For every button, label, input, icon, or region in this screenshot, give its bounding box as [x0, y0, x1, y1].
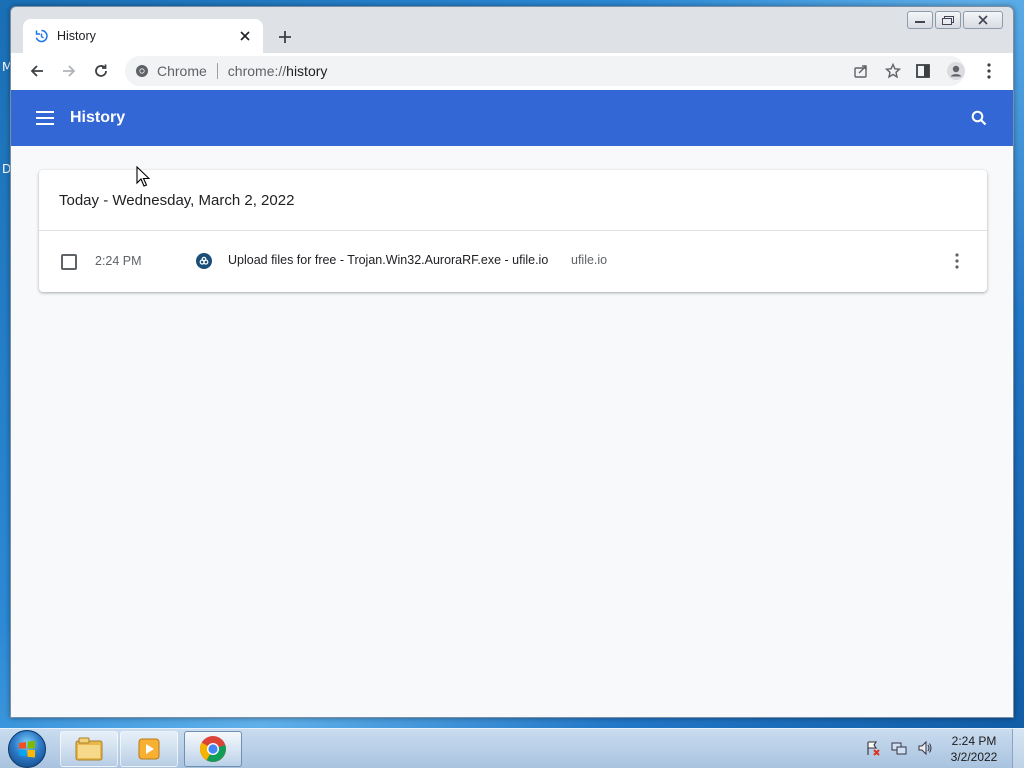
chrome-window: History Chrome chrome://history History … [10, 6, 1014, 718]
star-icon [885, 63, 901, 79]
profile-button[interactable] [942, 57, 970, 85]
entry-more-actions-button[interactable] [947, 250, 967, 272]
network-icon[interactable] [890, 739, 908, 757]
hamburger-menu-icon [36, 111, 54, 125]
forward-button[interactable] [55, 57, 83, 85]
main-menu-button[interactable] [33, 106, 57, 130]
entry-domain: ufile.io [571, 253, 608, 267]
share-icon [854, 65, 867, 78]
show-desktop-button[interactable] [1012, 729, 1024, 768]
tab-close-button[interactable] [237, 28, 253, 44]
history-page: History Today - Wednesday, March 2, 2022… [11, 90, 1013, 717]
back-button[interactable] [23, 57, 51, 85]
clock-time: 2:24 PM [951, 734, 997, 748]
browser-toolbar: Chrome chrome://history [11, 53, 1013, 90]
ufile-favicon-icon [196, 253, 212, 269]
system-tray [864, 739, 934, 757]
start-button[interactable] [8, 730, 46, 768]
search-icon [971, 110, 987, 126]
media-player-icon [138, 738, 160, 760]
reload-button[interactable] [87, 57, 115, 85]
taskbar-file-explorer[interactable] [60, 731, 118, 767]
chrome-menu-button[interactable] [975, 57, 1003, 85]
history-date-heading: Today - Wednesday, March 2, 2022 [39, 170, 987, 231]
kebab-menu-icon [987, 63, 991, 79]
kebab-menu-icon [955, 253, 959, 269]
plus-icon [279, 31, 291, 43]
arrow-left-icon [30, 65, 43, 77]
windows-logo-icon [19, 740, 35, 758]
address-bar[interactable]: Chrome chrome://history [125, 56, 965, 86]
new-tab-button[interactable] [273, 27, 297, 47]
history-entry[interactable]: 2:24 PM Upload files for free - Trojan.W… [39, 231, 987, 292]
bookmark-star-button[interactable] [883, 61, 903, 81]
chrome-chip-icon [136, 65, 148, 77]
side-panel-icon [916, 64, 930, 78]
volume-icon[interactable] [916, 739, 934, 757]
folder-icon [75, 737, 103, 761]
action-center-flag-icon[interactable] [864, 739, 882, 757]
taskbar-clock[interactable]: 2:24 PM 3/2/2022 [942, 733, 1006, 765]
close-icon [240, 31, 250, 41]
entry-checkbox[interactable] [61, 254, 77, 270]
site-chip-label: Chrome [157, 63, 207, 79]
search-history-button[interactable] [967, 106, 991, 130]
tab-title: History [57, 29, 96, 43]
omnibox-actions [851, 61, 903, 81]
history-day-card: Today - Wednesday, March 2, 2022 2:24 PM… [39, 170, 987, 292]
history-favicon-icon [35, 29, 48, 43]
taskbar: 2:24 PM 3/2/2022 [0, 728, 1024, 768]
mouse-cursor-icon [136, 166, 150, 187]
url-scheme: chrome:// [227, 63, 287, 79]
tab-strip: History [11, 7, 1013, 53]
side-panel-button[interactable] [909, 57, 937, 85]
entry-time: 2:24 PM [95, 254, 142, 268]
taskbar-media-player[interactable] [120, 731, 178, 767]
taskbar-chrome[interactable] [184, 731, 242, 767]
arrow-right-icon [63, 65, 76, 77]
share-button[interactable] [851, 61, 871, 81]
page-title: History [70, 109, 126, 126]
reload-icon [95, 64, 107, 77]
chrome-icon [199, 736, 226, 762]
omnibox-divider [216, 63, 218, 79]
entry-title-link[interactable]: Upload files for free - Trojan.Win32.Aur… [228, 253, 548, 267]
url-host: history [286, 63, 328, 79]
tab-history[interactable]: History [23, 19, 263, 53]
clock-date: 3/2/2022 [950, 750, 998, 764]
avatar-icon [947, 62, 965, 80]
history-toolbar: History [11, 90, 1013, 146]
